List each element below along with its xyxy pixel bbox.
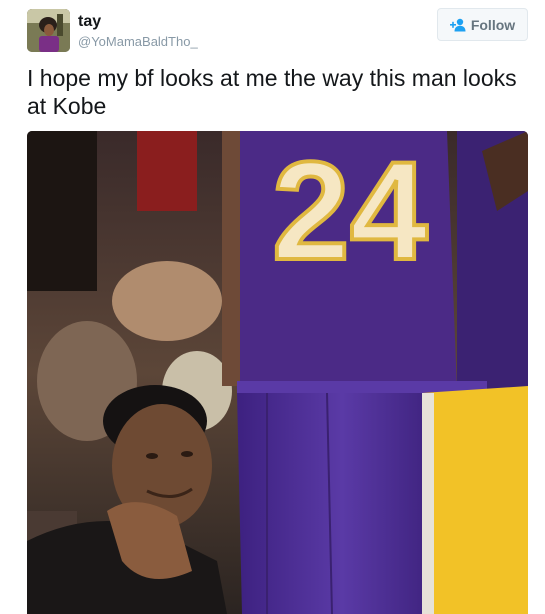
tweet-media-photo[interactable]: 24 [27,131,528,614]
follow-button[interactable]: Follow [437,8,528,41]
add-person-icon [449,18,466,31]
tweet-card: tay @YoMamaBaldTho_ Follow I hope my bf … [0,0,545,614]
display-name[interactable]: tay [78,12,198,31]
user-names: tay @YoMamaBaldTho_ [78,12,198,51]
follow-button-label: Follow [470,16,516,33]
user-avatar[interactable] [27,9,70,52]
user-handle[interactable]: @YoMamaBaldTho_ [78,33,198,51]
avatar-image [27,9,70,52]
jersey-number: 24 [272,132,428,289]
photo-image: 24 [27,131,528,614]
tweet-text: I hope my bf looks at me the way this ma… [27,65,517,119]
